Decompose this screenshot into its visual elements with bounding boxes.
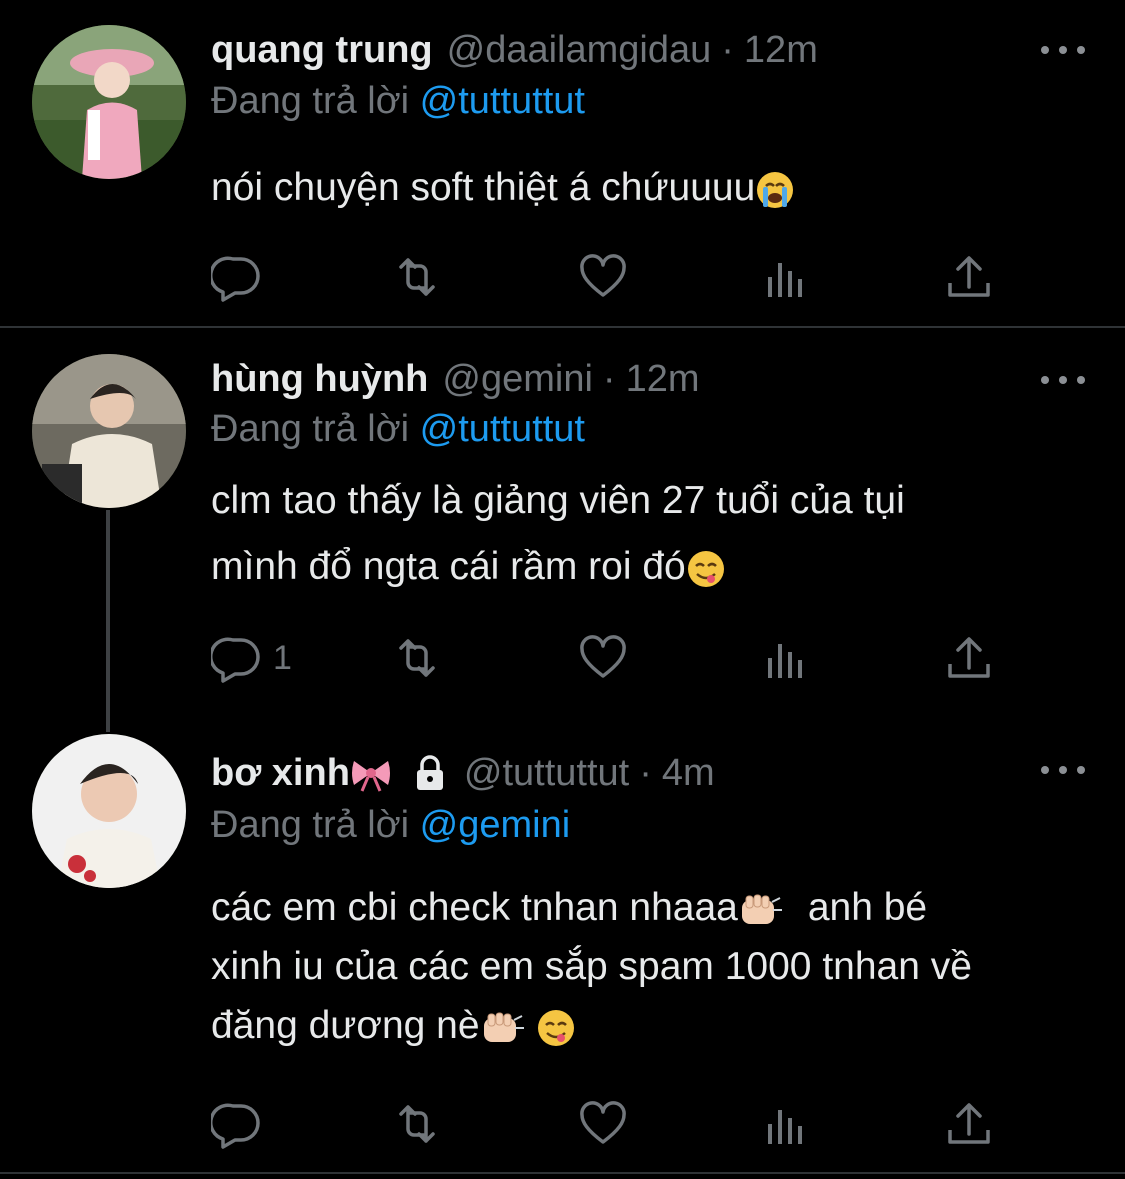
user-handle[interactable]: @daailamgidau: [447, 29, 712, 72]
share-button[interactable]: [943, 250, 995, 304]
share-icon: [943, 632, 995, 684]
heart-icon: [577, 251, 629, 303]
reply-count: 1: [273, 638, 292, 677]
avatar[interactable]: [32, 354, 186, 508]
heart-icon: [577, 1098, 629, 1150]
replying-to: Đang trả lời @gemini: [211, 804, 570, 847]
like-button[interactable]: [577, 1097, 629, 1151]
separator-dot: ·: [721, 28, 734, 71]
display-name[interactable]: hùng huỳnh: [211, 358, 428, 401]
reply-button[interactable]: 1: [211, 631, 292, 685]
tweet-header: bơ xinh @tuttuttut · 4m: [211, 748, 715, 798]
views-button[interactable]: [761, 1097, 813, 1151]
timestamp[interactable]: 4m: [662, 752, 715, 795]
tweet-actions: 1: [211, 631, 1001, 685]
mention-link[interactable]: @tuttuttut: [420, 80, 585, 122]
more-icon[interactable]: [1041, 760, 1085, 780]
reply-icon: [211, 632, 263, 684]
tweet-text: các em cbi check tnhan nhaaa anh bé xinh …: [211, 878, 1091, 1055]
views-button[interactable]: [761, 631, 813, 685]
share-icon: [943, 251, 995, 303]
reply-icon: [211, 251, 263, 303]
like-button[interactable]: [577, 631, 629, 685]
more-icon[interactable]: [1041, 40, 1085, 60]
reply-button[interactable]: [211, 250, 263, 304]
retweet-button[interactable]: [391, 631, 443, 685]
thread-line: [106, 510, 110, 732]
replying-to: Đang trả lời @tuttuttut: [211, 80, 585, 123]
retweet-icon: [391, 632, 443, 684]
timestamp[interactable]: 12m: [744, 29, 818, 72]
yum-face-emoji: [686, 549, 726, 589]
avatar[interactable]: [32, 734, 186, 888]
views-icon: [761, 251, 813, 303]
tweet-2[interactable]: hùng huỳnh @gemini · 12m Đang trả lời @t…: [0, 328, 1125, 708]
avatar[interactable]: [32, 25, 186, 179]
tweet-text-line: đăng dương nè: [211, 996, 1091, 1055]
retweet-icon: [391, 251, 443, 303]
timestamp[interactable]: 12m: [626, 358, 700, 401]
user-handle[interactable]: @tuttuttut: [464, 752, 629, 795]
tweet-text: clm tao thấy là giảng viên 27 tuổi của t…: [211, 468, 1091, 600]
retweet-icon: [391, 1098, 443, 1150]
replying-to: Đang trả lời @tuttuttut: [211, 408, 585, 451]
share-icon: [943, 1098, 995, 1150]
display-name[interactable]: quang trung: [211, 29, 433, 72]
more-icon[interactable]: [1041, 370, 1085, 390]
retweet-button[interactable]: [391, 1097, 443, 1151]
views-icon: [761, 632, 813, 684]
tweet-text-line: clm tao thấy là giảng viên 27 tuổi của t…: [211, 479, 905, 522]
ribbon-emoji: [350, 753, 392, 793]
fist-emoji: [480, 1008, 524, 1048]
tweet-1[interactable]: quang trung @daailamgidau · 12m Đang trả…: [0, 0, 1125, 326]
lock-icon: [410, 753, 450, 793]
crying-face-emoji: [755, 170, 795, 210]
views-button[interactable]: [761, 250, 813, 304]
replying-to-label: Đang trả lời: [211, 408, 410, 450]
retweet-button[interactable]: [391, 250, 443, 304]
tweet-actions: [211, 250, 1001, 304]
user-handle[interactable]: @gemini: [442, 358, 593, 401]
views-icon: [761, 1098, 813, 1150]
tweet-text: nói chuyện soft thiệt á chứuuuu: [211, 155, 1091, 221]
tweet-text-line: mình đổ ngta cái rầm roi đó: [211, 534, 1091, 600]
tweet-3[interactable]: bơ xinh @tuttuttut · 4m Đang trả lời @ge…: [0, 734, 1125, 1174]
tweet-actions: [211, 1097, 1001, 1151]
tweet-text-line: xinh iu của các em sắp spam 1000 tnhan v…: [211, 945, 972, 988]
mention-link[interactable]: @tuttuttut: [420, 408, 585, 450]
fist-emoji: [738, 890, 782, 930]
tweet-text-line: các em cbi check tnhan nhaaa anh bé: [211, 886, 928, 930]
mention-link[interactable]: @gemini: [420, 804, 571, 846]
replying-to-label: Đang trả lời: [211, 804, 410, 846]
heart-icon: [577, 632, 629, 684]
tweet-header: quang trung @daailamgidau · 12m: [211, 25, 818, 75]
tweet-header: hùng huỳnh @gemini · 12m: [211, 354, 699, 404]
like-button[interactable]: [577, 250, 629, 304]
separator-dot: ·: [602, 357, 616, 400]
replying-to-label: Đang trả lời: [211, 80, 410, 122]
share-button[interactable]: [943, 631, 995, 685]
tweet-divider: [0, 1172, 1125, 1174]
display-name[interactable]: bơ xinh: [211, 752, 350, 795]
share-button[interactable]: [943, 1097, 995, 1151]
tweet-text-line: nói chuyện soft thiệt á chứuuuu: [211, 155, 1091, 221]
separator-dot: ·: [639, 751, 652, 794]
yum-face-emoji: [536, 1008, 576, 1048]
reply-button[interactable]: [211, 1097, 263, 1151]
reply-icon: [211, 1098, 263, 1150]
